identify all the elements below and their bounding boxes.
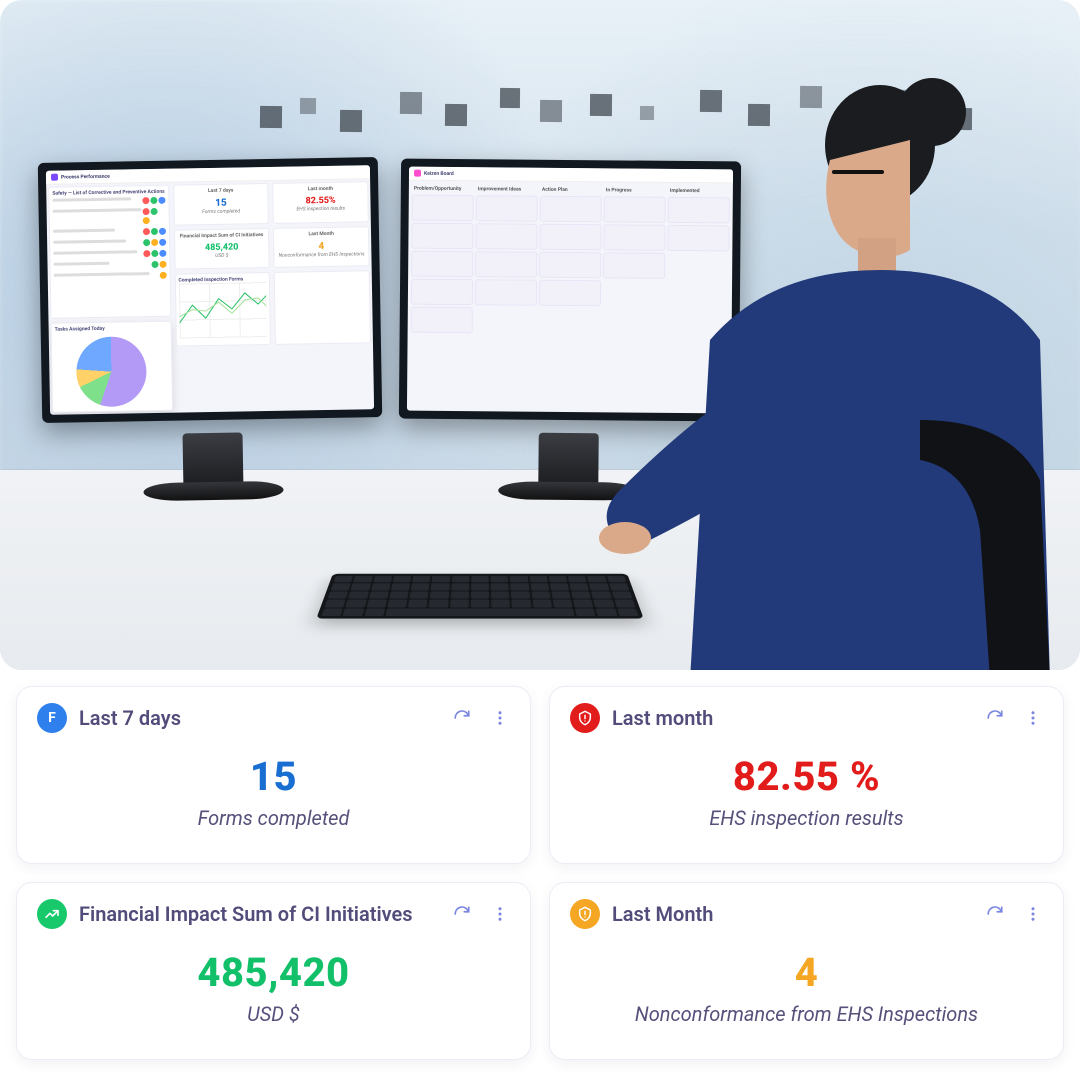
- mini-pie-chart: [76, 336, 147, 407]
- mini-pie-title: Tasks Assigned Today: [55, 325, 168, 333]
- more-icon[interactable]: [490, 904, 510, 924]
- keyboard: [316, 574, 643, 619]
- kpi-card-nonconformance: Last Month 4 Nonconformance from EHS Ins…: [549, 882, 1064, 1060]
- more-icon[interactable]: [1023, 708, 1043, 728]
- mini-list-title: Safety — List of Corrective and Preventi…: [52, 189, 165, 197]
- desk-surface: [0, 470, 1080, 670]
- refresh-icon[interactable]: [985, 708, 1005, 728]
- mini-line-chart: [178, 282, 267, 339]
- refresh-icon[interactable]: [985, 904, 1005, 924]
- kpi-value: 82.55 %: [733, 753, 880, 800]
- refresh-icon[interactable]: [452, 708, 472, 728]
- kpi-label: EHS inspection results: [709, 806, 903, 830]
- kpi-value: 4: [795, 949, 819, 996]
- kpi-card-ehs-results: Last month 82.55 % EHS inspection result…: [549, 686, 1064, 864]
- kpi-label: Forms completed: [198, 806, 350, 830]
- badge-letter-icon: F: [37, 703, 67, 733]
- screen-left-title: Process Performance: [61, 173, 110, 180]
- kpi-label: USD $: [247, 1002, 300, 1026]
- kpi-card-financial-impact: Financial Impact Sum of CI Initiatives 4…: [16, 882, 531, 1060]
- hero-image: Process Performance Safety — List of Cor…: [0, 0, 1080, 670]
- kpi-value: 485,420: [197, 949, 349, 996]
- shield-alert-icon: [570, 703, 600, 733]
- kpi-label: Nonconformance from EHS Inspections: [635, 1002, 978, 1026]
- monitor-left: Process Performance Safety — List of Cor…: [38, 157, 382, 423]
- card-title: Last Month: [612, 902, 973, 926]
- kpi-value: 15: [250, 753, 297, 800]
- kpi-card-forms-completed: F Last 7 days 15 Forms completed: [16, 686, 531, 864]
- app-icon: [414, 170, 421, 177]
- app-icon: [51, 174, 58, 181]
- kpi-grid: F Last 7 days 15 Forms completed Last mo…: [16, 686, 1064, 1060]
- screen-right-title: Kaizen Board: [424, 170, 454, 176]
- refresh-icon[interactable]: [452, 904, 472, 924]
- card-title: Last month: [612, 706, 973, 730]
- more-icon[interactable]: [1023, 904, 1043, 924]
- card-title: Financial Impact Sum of CI Initiatives: [79, 902, 440, 926]
- shield-alert-icon: [570, 899, 600, 929]
- card-title: Last 7 days: [79, 706, 440, 730]
- trend-up-icon: [37, 899, 67, 929]
- monitor-right: Kaizen Board Problem/Opportunity Improve…: [399, 159, 741, 422]
- more-icon[interactable]: [490, 708, 510, 728]
